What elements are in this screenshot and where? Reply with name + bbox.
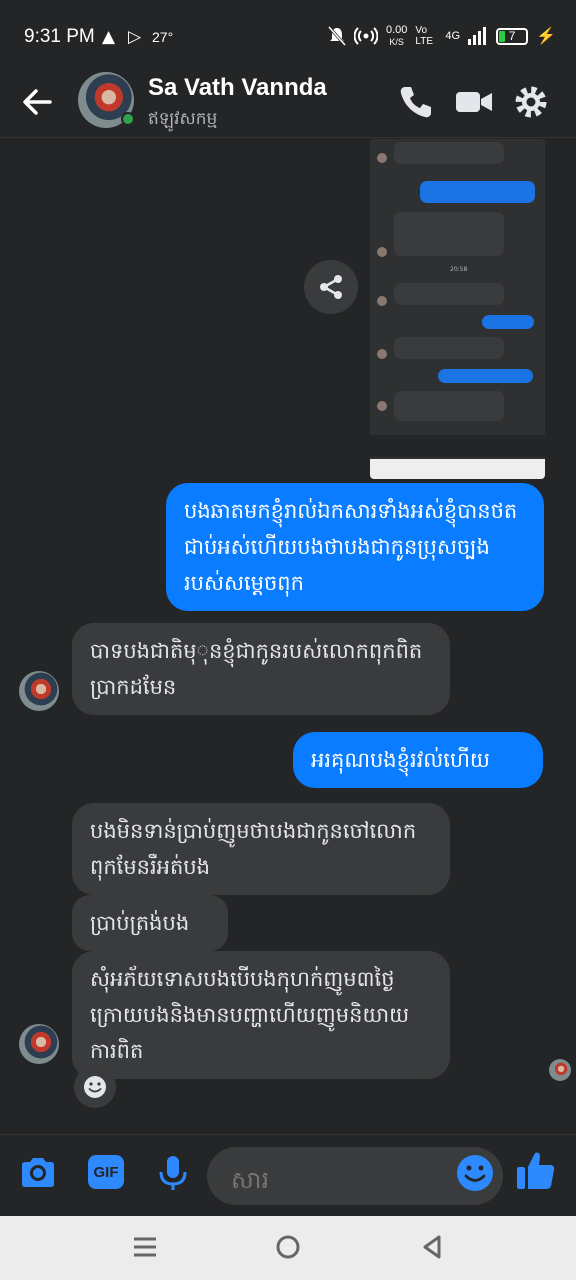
net-speed-value: 0.00 [385,24,408,36]
charging-icon: ⚡ [536,28,556,45]
seen-avatar [549,1059,571,1081]
share-button[interactable] [304,260,358,314]
contact-avatar-small[interactable] [19,671,59,711]
signal-icon [468,27,487,45]
phone-icon[interactable] [396,82,436,122]
reaction-button[interactable] [74,1066,116,1108]
system-nav-bar [0,1216,576,1280]
temperature: 27° [152,29,174,45]
volte-label: Vo LTE [415,25,433,47]
smile-reaction-icon [84,1076,106,1098]
microphone-icon[interactable] [153,1153,193,1193]
message-outgoing[interactable]: បងឆាតមកខ្ញុំរាល់ឯកសារទាំងអស់ខ្ញុំបានថតជា… [166,483,544,611]
net-speed-unit: K/S [389,37,404,47]
message-incoming[interactable]: សុំអភ័យទោសបងបើបងកុហក់ញូម៣ថ្ងៃក្រោយបងនិងម… [72,951,450,1079]
home-icon[interactable] [273,1232,303,1262]
camera-icon[interactable] [18,1153,58,1193]
share-icon [320,275,342,299]
contact-name[interactable]: Sa Vath Vannda [148,74,327,102]
gif-button[interactable]: GIF [88,1155,124,1189]
battery-level: 7 [508,29,516,43]
message-list[interactable]: 20:58 បងឆាតមកខ្ញុំរាល់ឯកសារទាំងអស់ខ្ញុំប… [0,139,576,1134]
mute-bell-icon [327,26,346,46]
emoji-icon[interactable] [455,1153,495,1193]
back-arrow-icon[interactable] [18,82,58,122]
battery-icon: 7 [496,27,529,45]
settings-icon[interactable] [511,82,551,122]
play-store-icon: ▷ [128,27,142,47]
back-triangle-icon[interactable] [418,1232,448,1262]
chat-header: Sa Vath Vannda ឥឡូវសកម្ម [0,72,576,138]
status-bar: 9:31 PM ▲ ▷ 27° 0.00 K/S Vo LTE 4G 7 ⚡ [0,0,576,72]
status-time: 9:31 PM [24,26,95,47]
contact-status: ឥឡូវសកម្ម [148,109,218,129]
network-type: 4G [445,30,461,42]
status-right: 0.00 K/S Vo LTE 4G 7 ⚡ [327,24,556,48]
message-composer: GIF [0,1134,576,1216]
thumbs-up-icon[interactable] [515,1149,557,1193]
hotspot-icon [353,27,378,45]
warning-icon: ▲ [102,27,116,47]
video-camera-icon[interactable] [454,82,494,122]
message-incoming[interactable]: បងមិនទាន់ប្រាប់ញូមថាបងជាកូនចៅលោកពុកមែនរឺ… [72,803,450,895]
message-outgoing[interactable]: អរគុណបងខ្ញុំរវល់ហើយ [293,732,543,788]
message-incoming[interactable]: បាទបងជាតិមុុនខ្ញុំជាកូនរបស់លោកពុកពិតប្រា… [72,623,450,715]
net-speed: 0.00 K/S [386,24,407,48]
shared-screenshot-image[interactable]: 20:58 [370,139,545,479]
online-indicator [121,112,135,126]
contact-avatar-small[interactable] [19,1024,59,1064]
message-incoming[interactable]: ប្រាប់ត្រង់បង [72,895,228,951]
recents-icon[interactable] [130,1232,160,1262]
